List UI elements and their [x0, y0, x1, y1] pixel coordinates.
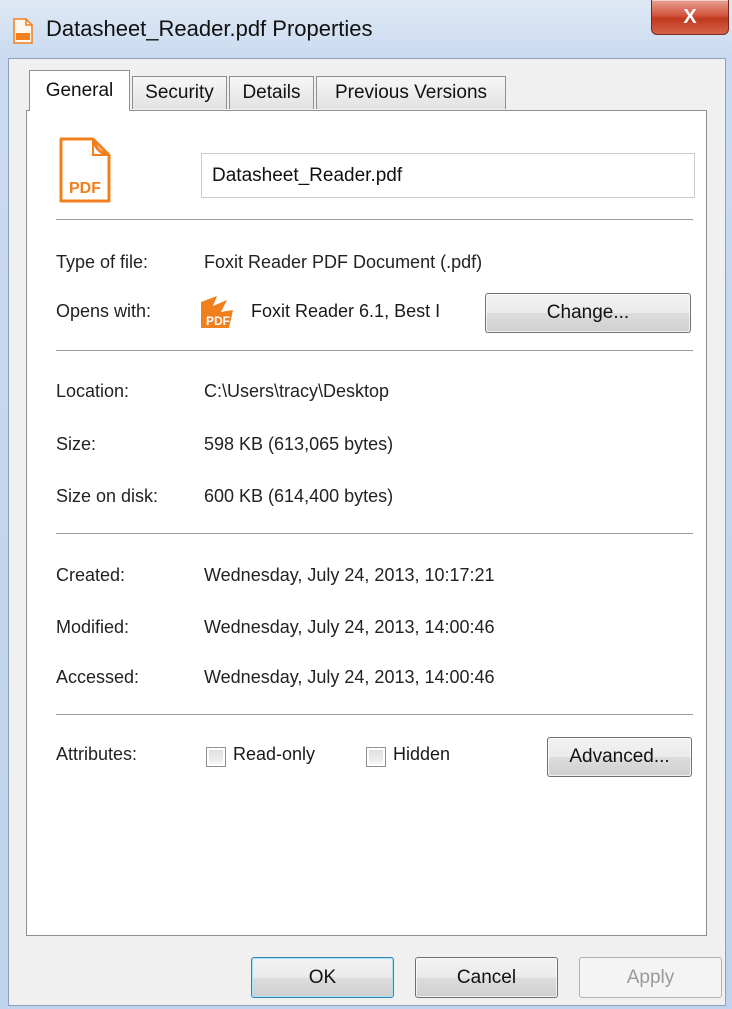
tab-label: Previous Versions [334, 82, 488, 103]
separator [56, 533, 693, 535]
tab-previous-versions[interactable]: Previous Versions [316, 76, 506, 109]
foxit-reader-icon: PDF [201, 296, 233, 328]
size-label: Size: [56, 434, 97, 454]
tab-details[interactable]: Details [229, 76, 314, 109]
modified-label: Modified: [56, 617, 130, 637]
read-only-checkbox[interactable] [206, 747, 226, 767]
accessed-value: Wednesday, July 24, 2013, 14:00:46 [204, 667, 495, 687]
window-title: Datasheet_Reader.pdf Properties [46, 16, 373, 41]
ok-button[interactable]: OK [251, 957, 394, 998]
size-on-disk-value: 600 KB (614,400 bytes) [204, 486, 394, 506]
tab-security[interactable]: Security [132, 76, 227, 109]
tab-label: General [45, 80, 114, 101]
type-of-file-value: Foxit Reader PDF Document (.pdf) [204, 252, 483, 272]
attributes-label: Attributes: [56, 744, 138, 764]
cancel-button-label: Cancel [456, 966, 517, 988]
separator [56, 350, 693, 352]
close-icon: X [683, 5, 697, 28]
pdf-file-icon [13, 18, 33, 44]
change-button-label: Change... [546, 302, 630, 323]
type-of-file-label: Type of file: [56, 252, 149, 272]
advanced-button[interactable]: Advanced... [547, 737, 692, 777]
hidden-label[interactable]: Hidden [393, 744, 450, 765]
opens-with-label: Opens with: [56, 301, 152, 321]
app-icon-text: PDF [206, 314, 230, 328]
tab-label: Details [242, 82, 301, 103]
size-value: 598 KB (613,065 bytes) [204, 434, 394, 454]
title-bar[interactable]: Datasheet_Reader.pdf Properties [0, 0, 732, 58]
pdf-icon-text: PDF [69, 180, 101, 197]
location-value: C:\Users\tracy\Desktop [204, 381, 390, 401]
created-value: Wednesday, July 24, 2013, 10:17:21 [204, 565, 495, 585]
close-button[interactable]: X [651, 0, 729, 35]
modified-value: Wednesday, July 24, 2013, 14:00:46 [204, 617, 495, 637]
hidden-checkbox[interactable] [366, 747, 386, 767]
tab-general[interactable]: General [29, 70, 130, 111]
ok-button-label: OK [308, 966, 337, 988]
apply-button[interactable]: Apply [579, 957, 722, 998]
location-label: Location: [56, 381, 130, 401]
pdf-document-icon: PDF [59, 137, 111, 203]
size-on-disk-label: Size on disk: [56, 486, 159, 506]
separator [56, 219, 693, 221]
accessed-label: Accessed: [56, 667, 140, 687]
tab-label: Security [145, 82, 214, 103]
cancel-button[interactable]: Cancel [415, 957, 558, 998]
opens-with-value: Foxit Reader 6.1, Best I [251, 301, 441, 321]
advanced-button-label: Advanced... [569, 746, 670, 767]
read-only-label[interactable]: Read-only [233, 744, 315, 765]
created-label: Created: [56, 565, 126, 585]
separator [56, 714, 693, 716]
apply-button-label: Apply [626, 966, 675, 988]
general-tab-panel [26, 110, 707, 936]
filename-input[interactable] [201, 153, 695, 198]
change-button[interactable]: Change... [485, 293, 691, 333]
